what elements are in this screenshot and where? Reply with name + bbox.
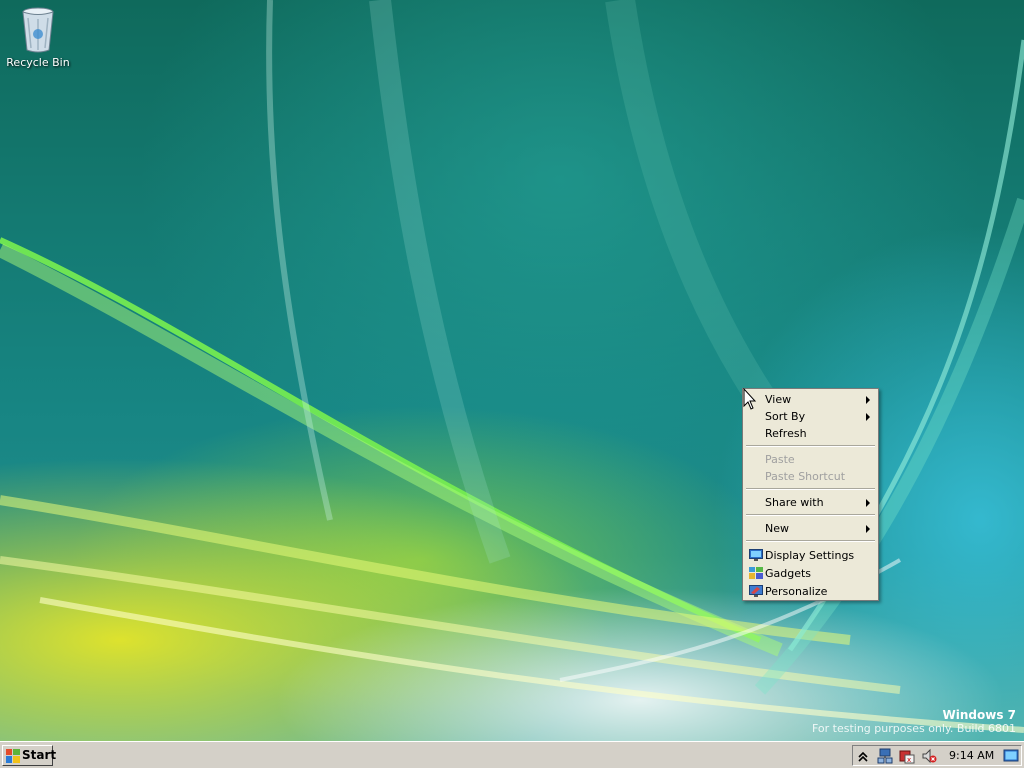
desktop[interactable]: Recycle Bin Windows 7 For testing purpos… xyxy=(0,0,1024,741)
volume-muted-icon[interactable] xyxy=(921,748,937,764)
show-desktop-icon[interactable] xyxy=(1003,748,1019,764)
menu-item-label: Sort By xyxy=(765,410,806,423)
menu-item-label: New xyxy=(765,522,789,535)
menu-item-share-with[interactable]: Share with xyxy=(745,494,876,511)
submenu-arrow-icon xyxy=(866,396,870,404)
menu-item-label: Display Settings xyxy=(765,549,855,562)
notification-area: x 9:14 AM xyxy=(852,745,1022,766)
menu-item-paste: Paste xyxy=(745,451,876,468)
desktop-icon-recycle-bin[interactable]: Recycle Bin xyxy=(4,4,72,69)
mouse-pointer-icon xyxy=(743,388,757,410)
recycle-bin-label: Recycle Bin xyxy=(6,56,70,69)
recycle-bin-icon xyxy=(22,7,54,53)
submenu-arrow-icon xyxy=(866,499,870,507)
menu-item-label: Personalize xyxy=(765,585,828,598)
menu-item-view[interactable]: View xyxy=(745,391,876,408)
windows-logo-icon xyxy=(6,749,20,763)
system-clock[interactable]: 9:14 AM xyxy=(949,746,994,765)
menu-item-gadgets[interactable]: Gadgets xyxy=(745,565,876,582)
menu-item-label: Share with xyxy=(765,496,824,509)
os-watermark: Windows 7 For testing purposes only. Bui… xyxy=(812,708,1016,735)
menu-item-label: Gadgets xyxy=(765,567,812,580)
menu-item-new[interactable]: New xyxy=(745,520,876,537)
menu-separator xyxy=(746,488,875,490)
taskbar: Start x 9:14 AM xyxy=(0,741,1024,768)
menu-item-label: Refresh xyxy=(765,427,807,440)
network-icon[interactable] xyxy=(877,748,893,764)
action-center-icon[interactable]: x xyxy=(899,748,915,764)
menu-separator xyxy=(746,540,875,542)
wallpaper-streaks xyxy=(0,0,1024,733)
menu-item-label: Paste xyxy=(765,453,795,466)
submenu-arrow-icon xyxy=(866,525,870,533)
menu-item-personalize[interactable]: Personalize xyxy=(745,583,876,600)
menu-item-sort-by[interactable]: Sort By xyxy=(745,408,876,425)
menu-item-paste-shortcut: Paste Shortcut xyxy=(745,468,876,485)
menu-item-label: Paste Shortcut xyxy=(765,470,846,483)
submenu-arrow-icon xyxy=(866,413,870,421)
show-hidden-icons-chevron-icon[interactable] xyxy=(855,748,871,764)
start-button[interactable]: Start xyxy=(2,745,57,766)
svg-text:x: x xyxy=(907,756,911,764)
watermark-build: For testing purposes only. Build 6801 xyxy=(811,722,1016,735)
start-label: Start xyxy=(22,748,57,762)
menu-separator xyxy=(746,514,875,516)
desktop-context-menu: View Sort By Refresh Paste Paste Shortcu… xyxy=(742,388,879,601)
personalize-icon xyxy=(749,585,763,597)
menu-item-label: View xyxy=(765,393,792,406)
watermark-brand: Windows 7 xyxy=(942,708,1016,722)
menu-separator xyxy=(746,445,875,447)
display-settings-icon xyxy=(749,549,763,561)
menu-item-refresh[interactable]: Refresh xyxy=(745,425,876,442)
gadgets-icon xyxy=(749,567,763,579)
menu-item-display-settings[interactable]: Display Settings xyxy=(745,547,876,564)
